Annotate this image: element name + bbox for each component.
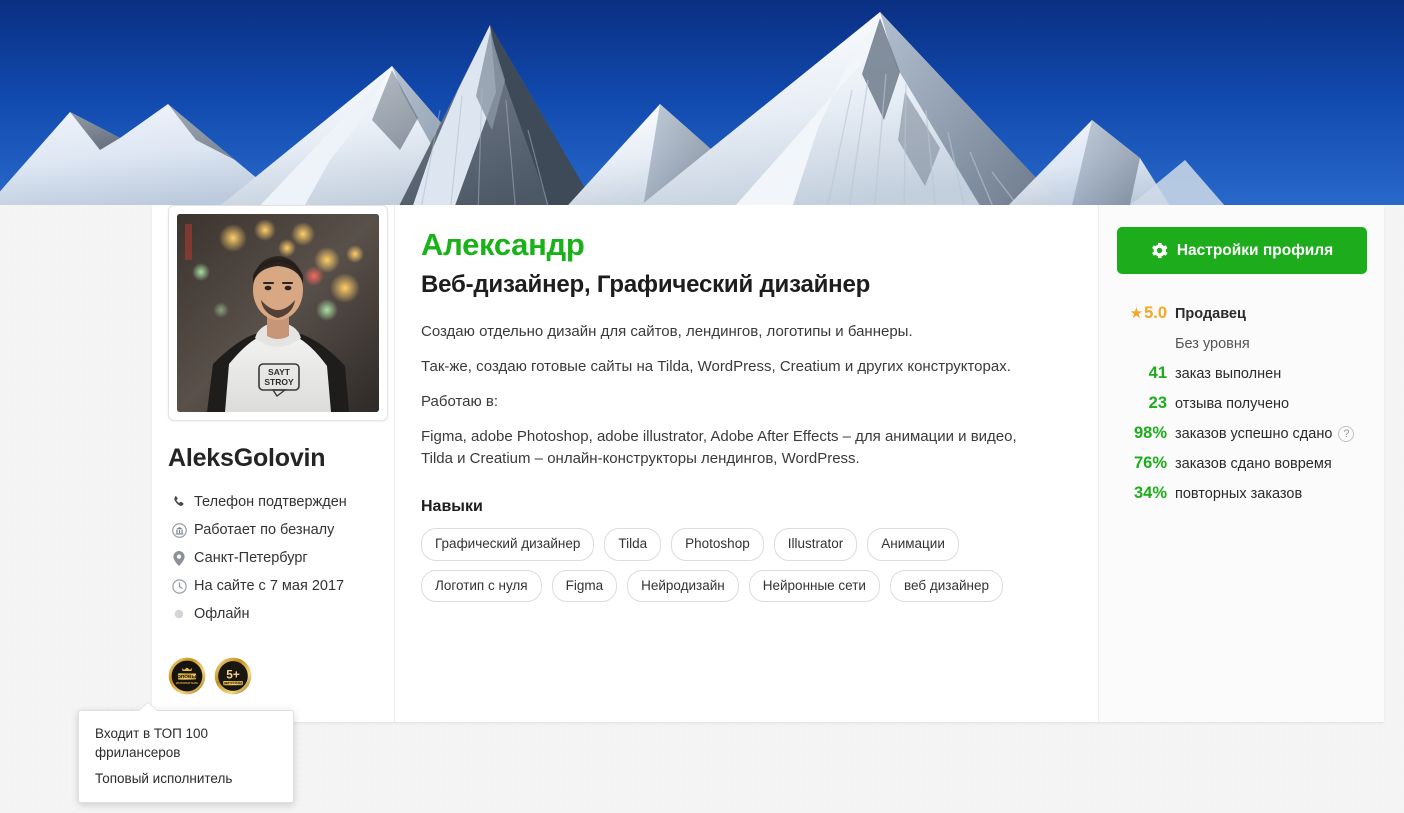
info-label-status: Офлайн (194, 606, 250, 622)
profile-info-list: Телефон подтвержден Работает по безналу … (168, 488, 384, 628)
skill-tag[interactable]: Анимации (867, 528, 959, 561)
about-paragraph-4-line-2: Tilda и Creatium – онлайн-конструкторы л… (421, 450, 860, 467)
profile-left-column: SAYT STROY AleksGolovin Телефон подтверж… (78, 205, 394, 803)
info-row-member-since: На сайте с 7 мая 2017 (168, 572, 384, 600)
profile-sidebar: Настройки профиля ★ 5.0 Продавец Без уров… (1098, 205, 1384, 722)
about-paragraph-3: Работаю в: (421, 393, 499, 410)
five-plus-years-medal[interactable]: 5+ ЛЕТ С НАМИ (214, 657, 252, 695)
avatar[interactable]: SAYT STROY (168, 205, 388, 421)
stat-row-orders-completed: 41 заказ выполнен (1117, 364, 1366, 383)
stat-value-level (1117, 334, 1175, 353)
clock-icon (168, 578, 190, 594)
stat-value-repeat-orders: 34% (1133, 484, 1167, 502)
svg-text:SAYT: SAYT (268, 367, 291, 377)
display-name: Александр (421, 227, 585, 262)
tooltip-line-2: Топовый исполнитель (95, 771, 233, 786)
stat-row-repeat-orders: 34% повторных заказов (1117, 484, 1366, 503)
stat-label-success-rate: заказов успешно сдано ? (1175, 426, 1355, 442)
stat-value-orders-completed: 41 (1148, 364, 1167, 382)
stat-label-repeat-orders: повторных заказов (1175, 486, 1303, 502)
stat-label-orders-completed: заказ выполнен (1175, 366, 1282, 382)
about-section: Создаю отдельно дизайн для сайтов, ленди… (421, 321, 1058, 470)
skill-tag[interactable]: Illustrator (773, 528, 858, 561)
stat-row-level: Без уровня (1117, 334, 1366, 353)
mountain-landscape-image (0, 0, 1404, 214)
cover-photo-banner (0, 0, 1404, 214)
profile-card: SAYT STROY AleksGolovin Телефон подтверж… (78, 205, 1384, 803)
bank-icon (168, 522, 190, 538)
stat-row-success-rate: 98% заказов успешно сдано ? (1117, 424, 1366, 443)
stat-row-rating: ★ 5.0 Продавец (1117, 304, 1366, 323)
stat-row-reviews: 23 отзыва получено (1117, 394, 1366, 413)
info-label-phone: Телефон подтвержден (194, 494, 347, 510)
svg-text:5+: 5+ (226, 667, 240, 681)
svg-text:ИСПОЛНИТЕЛЬ: ИСПОЛНИТЕЛЬ (176, 681, 198, 685)
location-pin-icon (168, 550, 190, 566)
profile-headline: Веб-дизайнер, Графический дизайнер (421, 271, 871, 298)
info-row-status: Офлайн (168, 600, 384, 628)
info-row-bank: Работает по безналу (168, 516, 384, 544)
phone-icon (168, 495, 190, 509)
page-body: SAYT STROY AleksGolovin Телефон подтверж… (0, 205, 1404, 813)
about-paragraph-4: Figma, adobe Photoshop, adobe illustrato… (421, 426, 1058, 470)
success-rate-text: заказов успешно сдано (1175, 426, 1333, 442)
achievement-badges: ТОПОВЫЙ ИСПОЛНИТЕЛЬ 5+ ЛЕТ С НАМИ (168, 657, 252, 695)
skill-tag[interactable]: Нейродизайн (627, 569, 739, 602)
profile-settings-button[interactable]: Настройки профиля (1117, 227, 1367, 274)
gear-icon (1151, 242, 1168, 259)
skills-heading: Навыки (421, 498, 483, 515)
about-paragraph-4-line-1: Figma, adobe Photoshop, adobe illustrato… (421, 428, 1017, 445)
skill-tag[interactable]: Нейронные сети (748, 569, 880, 602)
svg-text:STROY: STROY (264, 377, 294, 387)
skill-tag[interactable]: Графический дизайнер (421, 528, 595, 561)
skill-tag[interactable]: Tilda (604, 528, 662, 561)
info-label-member-since: На сайте с 7 мая 2017 (194, 578, 345, 594)
stat-value-reviews: 23 (1148, 394, 1167, 412)
profile-main-column: Александр Веб-дизайнер, Графический диза… (394, 205, 1098, 722)
svg-text:ЛЕТ С НАМИ: ЛЕТ С НАМИ (224, 681, 242, 685)
info-label-bank: Работает по безналу (194, 522, 335, 538)
stat-label-reviews: отзыва получено (1175, 396, 1290, 412)
tooltip-line-1: Входит в ТОП 100 фрилансеров (95, 726, 209, 760)
star-icon: ★ (1129, 305, 1144, 322)
stat-value-rating: ★ 5.0 (1117, 304, 1175, 323)
skill-tag[interactable]: Figma (551, 569, 618, 602)
rating-number: 5.0 (1144, 304, 1167, 322)
skill-tag[interactable]: веб дизайнер (889, 569, 1003, 602)
stat-label-on-time-rate: заказов сдано вовремя (1175, 456, 1332, 472)
top-performer-medal[interactable]: ТОПОВЫЙ ИСПОЛНИТЕЛЬ (168, 657, 206, 695)
username: AleksGolovin (168, 444, 326, 472)
stat-label-rating: Продавец (1175, 306, 1246, 322)
about-paragraph-1: Создаю отдельно дизайн для сайтов, ленди… (421, 323, 913, 340)
skills-tag-list: Графический дизайнер Tilda Photoshop Ill… (421, 528, 1031, 602)
info-row-location: Санкт-Петербург (168, 544, 384, 572)
badge-tooltip: Входит в ТОП 100 фрилансеров Топовый исп… (78, 710, 294, 803)
help-icon[interactable]: ? (1338, 426, 1355, 442)
profile-settings-label: Настройки профиля (1176, 241, 1334, 259)
avatar-photo: SAYT STROY (177, 214, 379, 412)
stat-row-on-time-rate: 76% заказов сдано вовремя (1117, 454, 1366, 473)
offline-dot-icon (168, 609, 190, 619)
info-label-location: Санкт-Петербург (194, 550, 308, 566)
info-row-phone: Телефон подтвержден (168, 488, 384, 516)
stat-value-success-rate: 98% (1133, 424, 1167, 442)
stat-value-on-time-rate: 76% (1133, 454, 1167, 472)
seller-stats: ★ 5.0 Продавец Без уровня 41 заказ выполн… (1117, 304, 1366, 503)
skill-tag[interactable]: Photoshop (671, 528, 764, 561)
stat-label-level: Без уровня (1175, 336, 1250, 352)
skill-tag[interactable]: Логотип с нуля (421, 569, 542, 602)
about-paragraph-2: Так-же, создаю готовые сайты на Tilda, W… (421, 358, 1011, 375)
portrait-photo: SAYT STROY (177, 214, 379, 412)
